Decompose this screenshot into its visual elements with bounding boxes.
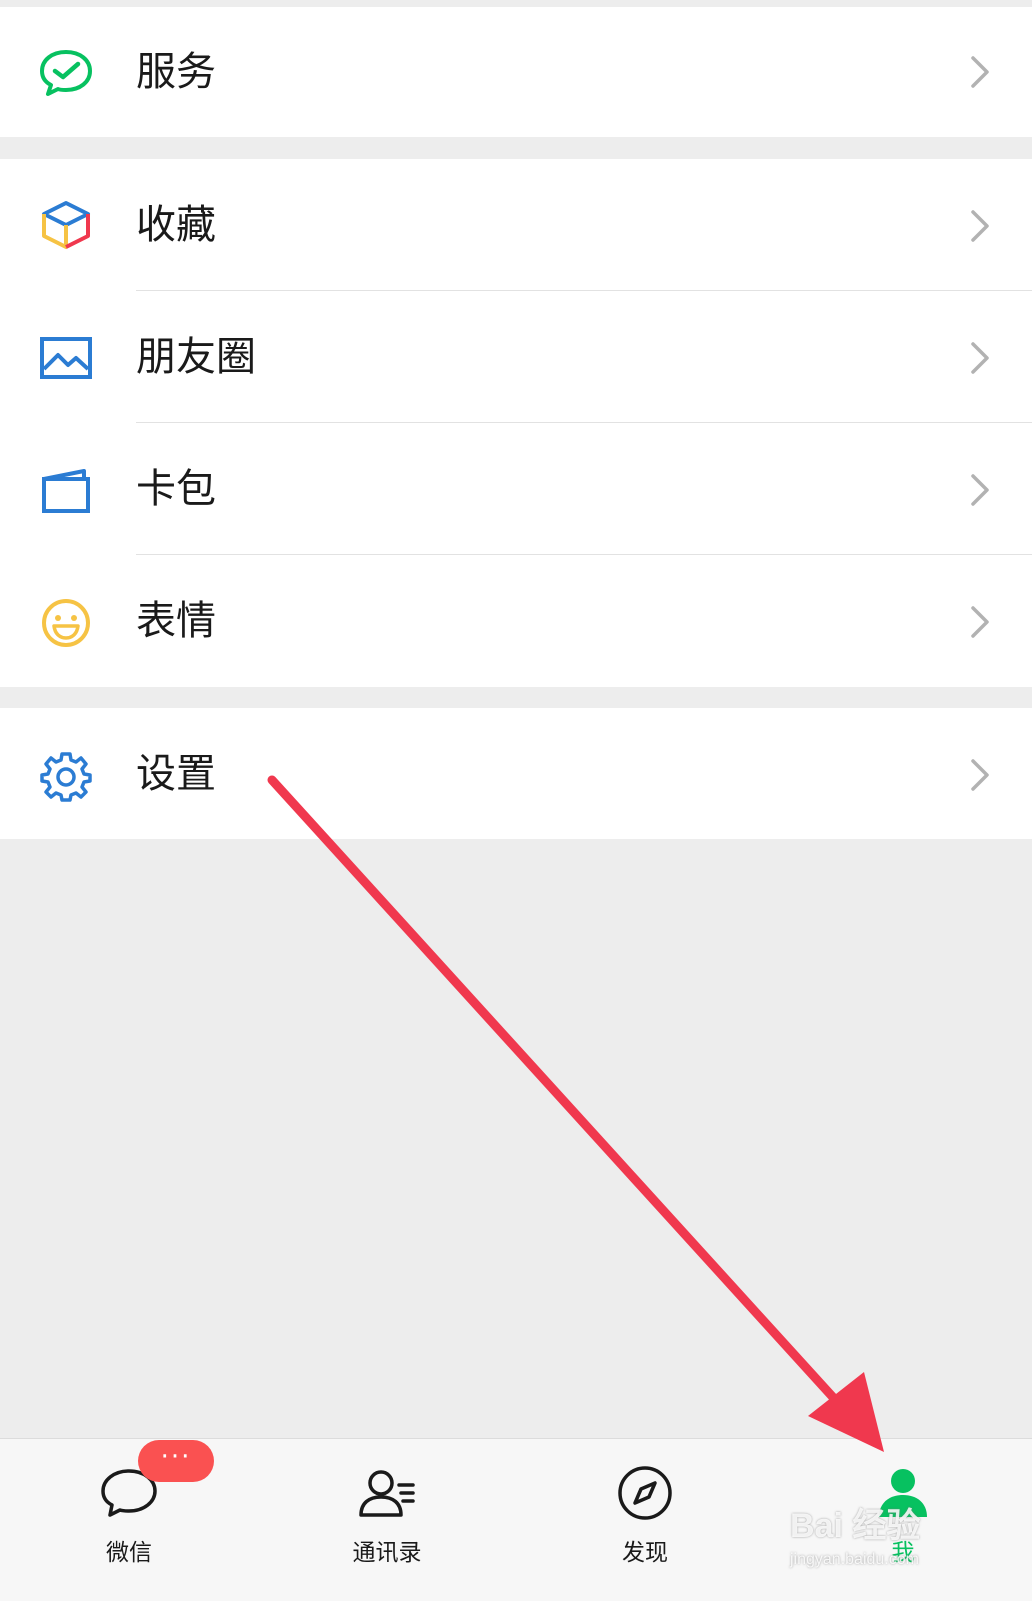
menu-item-cards[interactable]: 卡包 bbox=[0, 423, 1032, 555]
wechat-pay-check-icon bbox=[40, 50, 92, 96]
cube-icon bbox=[42, 201, 90, 249]
chevron-right-icon bbox=[971, 342, 989, 374]
tab-label: 发现 bbox=[622, 1540, 668, 1566]
menu-item-service[interactable]: 服务 bbox=[0, 7, 1032, 137]
contacts-icon bbox=[359, 1470, 415, 1517]
chevron-right-icon bbox=[971, 210, 989, 242]
image-icon bbox=[40, 337, 92, 379]
menu-group-settings: 设置 bbox=[0, 708, 1032, 839]
menu-item-label: 设置 bbox=[136, 751, 216, 797]
menu-item-label: 卡包 bbox=[136, 466, 216, 512]
menu-group-service: 服务 bbox=[0, 7, 1032, 137]
menu-item-label: 收藏 bbox=[136, 202, 216, 248]
tab-label: 通讯录 bbox=[352, 1540, 422, 1566]
compass-icon bbox=[618, 1466, 672, 1520]
menu-item-stickers[interactable]: 表情 bbox=[0, 555, 1032, 687]
tab-contacts[interactable]: 通讯录 bbox=[258, 1439, 516, 1601]
menu-item-label: 表情 bbox=[136, 598, 216, 644]
card-wallet-icon bbox=[42, 469, 90, 513]
menu-item-label: 朋友圈 bbox=[136, 334, 256, 380]
tab-chats[interactable]: 微信 bbox=[0, 1439, 258, 1601]
menu-item-settings[interactable]: 设置 bbox=[0, 708, 1032, 840]
menu-group-main: 收藏 朋友圈 卡包 表情 bbox=[0, 159, 1032, 687]
chevron-right-icon bbox=[971, 606, 989, 638]
unread-badge: ··· bbox=[138, 1440, 214, 1482]
tab-discover[interactable]: 发现 bbox=[516, 1439, 774, 1601]
menu-item-favorites[interactable]: 收藏 bbox=[0, 159, 1032, 291]
tab-label: 微信 bbox=[106, 1540, 152, 1566]
chevron-right-icon bbox=[971, 474, 989, 506]
menu-item-label: 服务 bbox=[136, 49, 216, 95]
gear-icon bbox=[40, 752, 92, 802]
smiley-icon bbox=[42, 599, 90, 647]
watermark-line2: jingyan.baidu.com bbox=[790, 1551, 919, 1568]
menu-item-moments[interactable]: 朋友圈 bbox=[0, 291, 1032, 423]
watermark-line1: Bai 经验 bbox=[790, 1507, 921, 1545]
chevron-right-icon bbox=[971, 56, 989, 88]
baidu-jingyan-watermark: Bai 经验 jingyan.baidu.com bbox=[790, 1498, 990, 1588]
chevron-right-icon bbox=[971, 759, 989, 791]
